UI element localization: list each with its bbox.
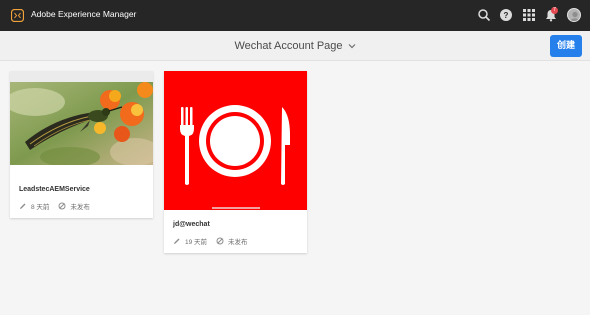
search-icon[interactable]: [477, 8, 491, 22]
pencil-icon: [174, 238, 180, 244]
pencil-icon: [20, 203, 26, 209]
page-title: Wechat Account Page: [234, 40, 343, 52]
help-icon[interactable]: ?: [499, 8, 513, 22]
svg-text:?: ?: [504, 11, 509, 20]
hummingbird-thumbnail[interactable]: [10, 82, 153, 165]
publish-status: 未发布: [70, 204, 90, 211]
page-title-dropdown[interactable]: Wechat Account Page: [0, 40, 590, 52]
action-bar: Wechat Account Page: [0, 31, 590, 61]
card-meta: 8 天前 未发布: [19, 201, 90, 211]
thumbnail-header: [10, 71, 153, 82]
page-card[interactable]: jd@wechat 19 天前 未发布: [164, 71, 307, 253]
card-title[interactable]: jd@wechat: [173, 221, 210, 228]
page-card[interactable]: LeadstecAEMService 8 天前 未发布: [10, 71, 153, 218]
user-avatar[interactable]: [567, 8, 581, 22]
card-meta: 19 天前 未发布: [173, 236, 248, 246]
notification-badge: 7: [551, 7, 558, 14]
create-button[interactable]: 创建: [550, 35, 582, 57]
publish-status-icon: [216, 237, 224, 245]
publish-status-icon: [58, 202, 66, 210]
card-title[interactable]: LeadstecAEMService: [19, 186, 90, 193]
publish-status: 未发布: [228, 239, 248, 246]
aem-logo-icon[interactable]: [10, 8, 25, 23]
top-bar: Adobe Experience Manager ? 7: [0, 0, 590, 31]
modified-time: 19 天前: [185, 239, 208, 246]
apps-grid-icon[interactable]: [522, 8, 536, 22]
modified-time: 8 天前: [31, 204, 50, 211]
app-title[interactable]: Adobe Experience Manager: [31, 9, 136, 19]
chevron-down-icon: [348, 40, 356, 52]
restaurant-thumbnail[interactable]: [164, 71, 307, 210]
